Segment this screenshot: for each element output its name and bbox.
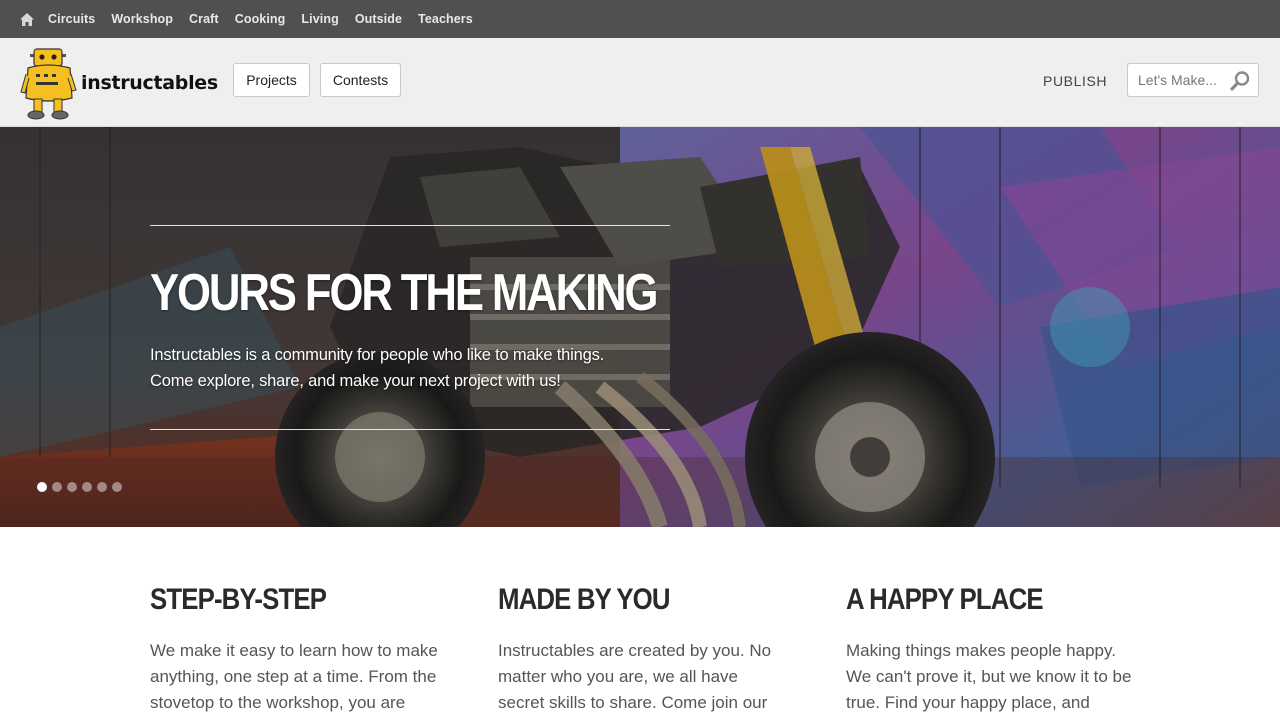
hero-divider-top <box>150 225 670 226</box>
carousel-dot-2[interactable] <box>52 482 62 492</box>
nav-circuits[interactable]: Circuits <box>48 12 95 26</box>
feature-title: STEP-BY-STEP <box>150 583 327 616</box>
feature-text: Instructables are created by you. No mat… <box>498 641 772 712</box>
feature-text: Making things makes people happy. We can… <box>846 641 1132 712</box>
nav-outside[interactable]: Outside <box>355 12 402 26</box>
site-logo[interactable]: instructables <box>20 44 220 122</box>
hero-title: YOURS FOR THE MAKING <box>150 264 659 322</box>
carousel-dot-6[interactable] <box>112 482 122 492</box>
category-nav: Circuits Workshop Craft Cooking Living O… <box>0 0 1280 38</box>
carousel-dot-5[interactable] <box>97 482 107 492</box>
carousel-indicators <box>37 482 127 492</box>
hero-banner: YOURS FOR THE MAKING Instructables is a … <box>0 127 1280 527</box>
nav-cooking[interactable]: Cooking <box>235 12 286 26</box>
logo-wordmark: instructables <box>81 72 218 94</box>
hero-divider-bottom <box>150 429 670 430</box>
robot-mascot-icon <box>20 46 78 120</box>
carousel-dot-1[interactable] <box>37 482 47 492</box>
search-box <box>1127 63 1259 97</box>
hero-tagline-line-2: Come explore, share, and make your next … <box>150 372 561 390</box>
hero-tagline: Instructables is a community for people … <box>150 342 670 394</box>
home-icon[interactable] <box>18 10 36 28</box>
projects-button[interactable]: Projects <box>233 63 310 97</box>
carousel-dot-3[interactable] <box>67 482 77 492</box>
nav-teachers[interactable]: Teachers <box>418 12 473 26</box>
hero-motorcycle-image <box>0 127 1280 527</box>
publish-link[interactable]: PUBLISH <box>1043 73 1107 89</box>
feature-title: MADE BY YOU <box>498 583 671 616</box>
site-header: instructables Projects Contests PUBLISH <box>0 38 1280 127</box>
search-input[interactable] <box>1128 64 1232 96</box>
feature-text: We make it easy to learn how to make any… <box>150 641 438 712</box>
nav-craft[interactable]: Craft <box>189 12 219 26</box>
feature-happy-place: A HAPPY PLACE Making things makes people… <box>846 582 1146 716</box>
hero-tagline-line-1: Instructables is a community for people … <box>150 346 605 364</box>
feature-title: A HAPPY PLACE <box>846 583 1044 616</box>
feature-made-by-you: MADE BY YOU Instructables are created by… <box>498 582 798 716</box>
feature-step-by-step: STEP-BY-STEP We make it easy to learn ho… <box>150 582 450 716</box>
carousel-dot-4[interactable] <box>82 482 92 492</box>
contests-button[interactable]: Contests <box>320 63 401 97</box>
nav-living[interactable]: Living <box>301 12 338 26</box>
search-icon[interactable] <box>1229 70 1251 92</box>
nav-workshop[interactable]: Workshop <box>111 12 173 26</box>
